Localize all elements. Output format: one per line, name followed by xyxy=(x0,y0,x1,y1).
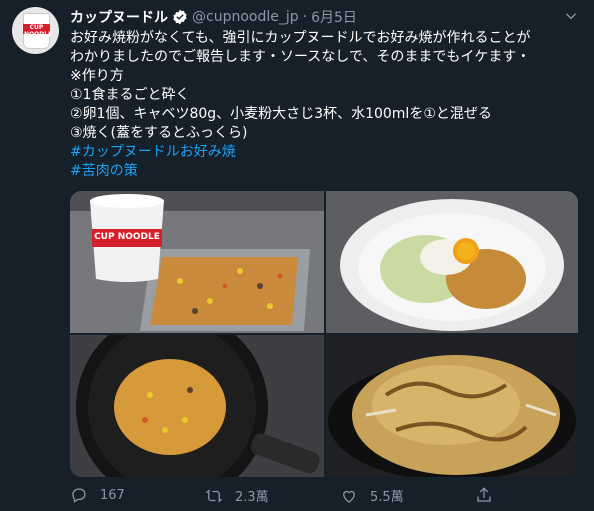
tweet-text-line: ※作り方 xyxy=(70,68,124,84)
heart-icon xyxy=(343,490,355,503)
photo-finished-okonomiyaki[interactable] xyxy=(326,335,578,477)
tweet[interactable]: CUP NOODLE カップヌードル @cupnoodle_jp · 6月5日 … xyxy=(0,0,594,511)
verified-badge-icon xyxy=(173,9,187,25)
tweet-text-line: ③焼く(蓋をするとふっくら) xyxy=(70,125,248,141)
separator: · xyxy=(302,9,308,25)
chevron-down-icon[interactable] xyxy=(564,9,578,23)
reply-button[interactable]: 167 xyxy=(70,486,125,504)
tweet-text: お好み焼粉がなくても、強引にカップヌードルでお好み焼が作れることが わかりました… xyxy=(70,29,585,181)
finished-okonomiyaki-image xyxy=(326,335,578,477)
author-handle[interactable]: @cupnoodle_jp xyxy=(192,9,299,25)
tweet-date[interactable]: 6月5日 xyxy=(311,7,357,27)
reply-icon xyxy=(72,488,86,504)
tweet-text-line: ②卵1個、キャベツ80g、小麦粉大さじ3杯、水100mlを①と混ぜる xyxy=(70,106,492,122)
retweet-button[interactable]: 2.3萬 xyxy=(205,486,269,505)
cup-label: CUP NOODLE xyxy=(94,232,160,242)
cup-noodle-logo-icon: CUP NOODLE xyxy=(23,13,52,49)
like-button[interactable]: 5.5萬 xyxy=(340,486,404,505)
tweet-text-line: ①1食まるごと砕く xyxy=(70,87,190,103)
tweet-header: カップヌードル @cupnoodle_jp · 6月5日 xyxy=(70,6,357,28)
avatar[interactable]: CUP NOODLE xyxy=(12,7,59,54)
photo-frying-pan[interactable] xyxy=(70,335,324,477)
mixing-bowl-image xyxy=(326,191,578,333)
frying-pan-image xyxy=(70,335,324,477)
photo-crushed-noodles[interactable]: CUP NOODLE xyxy=(70,191,324,333)
retweet-icon xyxy=(205,489,223,502)
author-name[interactable]: カップヌードル xyxy=(70,7,168,27)
photo-mixing-bowl[interactable] xyxy=(326,191,578,333)
like-count: 5.5萬 xyxy=(370,490,404,505)
share-button[interactable] xyxy=(475,486,493,504)
tweet-text-line: わかりましたのでご報告します・ソースなしで、そのままでもイケます・ xyxy=(70,49,531,65)
media-grid: CUP NOODLE xyxy=(70,191,578,477)
hashtag-link[interactable]: #苦肉の策 xyxy=(70,162,585,181)
retweet-count: 2.3萬 xyxy=(235,490,269,505)
share-icon xyxy=(477,487,491,502)
crushed-noodles-image xyxy=(70,191,324,333)
tweet-actions: 167 2.3萬 5.5萬 xyxy=(70,486,580,508)
tweet-text-line: お好み焼粉がなくても、強引にカップヌードルでお好み焼が作れることが xyxy=(70,30,531,46)
hashtag-link[interactable]: #カップヌードルお好み焼 xyxy=(70,143,585,162)
reply-count: 167 xyxy=(100,487,125,503)
